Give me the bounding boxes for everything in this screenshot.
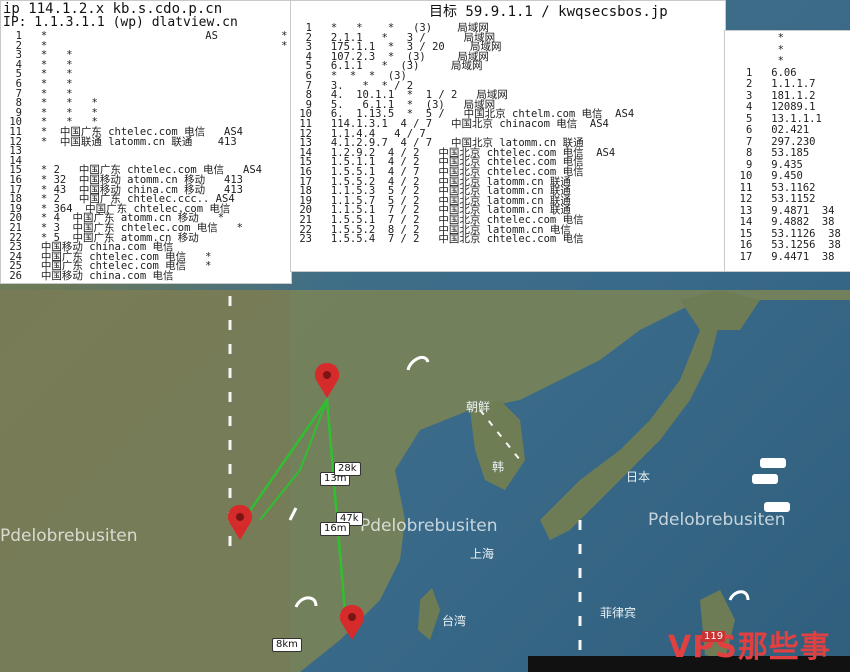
traceroute-window-left[interactable]: ip 114.1.2.x kb.s.cdo.p.cn IP: 1.1.3.1.1…: [0, 0, 292, 284]
trace-line: 1 6.06: [727, 66, 797, 79]
trace-line: *: [727, 43, 784, 56]
window-title: 目标 59.9.1.1 / kwqsecsbos.jp: [429, 4, 668, 20]
watermark-text: Pdelobrebusiten: [648, 510, 786, 530]
trace-line: 11 53.1162: [727, 181, 816, 194]
distance-label: 28k: [334, 462, 361, 476]
place-label: 台湾: [442, 614, 467, 628]
distance-label: 16m: [320, 522, 351, 536]
trace-line: 26 中国移动 china.com 电信: [3, 270, 174, 282]
land-inland: [0, 290, 290, 672]
trace-line: 12 53.1152: [727, 193, 816, 205]
trace-line: 9 9.435: [727, 158, 803, 171]
trace-line: 16 53.1256 38: [727, 239, 841, 251]
trace-line: 12 * 中国联通 latomm.cn 联通 413: [3, 135, 237, 148]
distance-label: 8km: [272, 638, 302, 652]
land-taiwan: [418, 588, 440, 640]
trace-line: 10 9.450: [727, 170, 803, 182]
white-dash: [752, 458, 790, 512]
place-label: 上海: [470, 547, 495, 561]
place-label: 菲律宾: [600, 606, 637, 620]
window-subtitle: IP: 1.1.3.1.1 (wp) dlatview.cn: [3, 15, 238, 30]
logo-text: VPS那些事: [668, 630, 831, 665]
trace-line: 15 53.1126 38: [727, 227, 841, 240]
watermark-text: Pdelobrebusiten: [0, 526, 138, 546]
trace-line: 13 9.4871 34: [727, 204, 835, 217]
trace-line: 14 9.4882 38: [727, 216, 835, 228]
traceroute-window-middle[interactable]: 目标 59.9.1.1 / kwqsecsbos.jp 1 * * * (3) …: [290, 0, 726, 272]
place-label: 日本: [626, 470, 651, 484]
trace-line: 2 1.1.1.7: [727, 78, 816, 90]
place-label: 朝鲜: [466, 400, 491, 414]
trace-line: 8 53.185: [727, 147, 810, 159]
traceroute-window-right[interactable]: * * * 1 6.06 2 1.1.1.7 3 181.1.2 4 12089…: [724, 30, 850, 272]
trace-line: 23 1.5.5.4 7 / 2 中国北京 chtelec.com 电信: [293, 233, 584, 246]
trace-line: 4 12089.1: [727, 101, 816, 113]
trace-line: *: [727, 55, 784, 67]
place-label: 韩: [492, 460, 505, 474]
trace-line: 17 9.4471 38: [727, 250, 835, 263]
badge: 119: [702, 631, 726, 642]
trace-line: 6 02.421: [727, 124, 810, 136]
watermark-text: Pdelobrebusiten: [360, 516, 498, 536]
trace-line: *: [727, 32, 784, 44]
trace-line: 3 181.1.2: [727, 89, 816, 102]
trace-line: 7 297.230: [727, 135, 816, 148]
trace-line: 5 13.1.1.1: [727, 112, 822, 125]
